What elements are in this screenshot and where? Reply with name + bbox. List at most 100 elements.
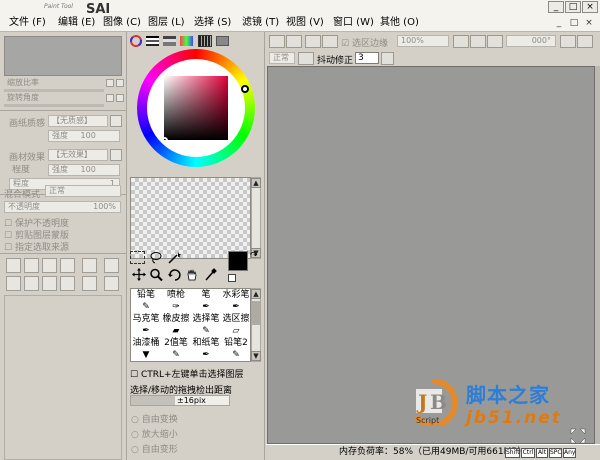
brush-grid-scrollbar[interactable]: ▲ ▼ (251, 288, 261, 362)
angle-value-field[interactable]: 000° (506, 35, 556, 47)
doc-maximize-button[interactable]: □ (567, 17, 581, 29)
deselect-button[interactable] (305, 35, 321, 48)
navigator-preview[interactable] (4, 36, 122, 76)
swap-colors-icon[interactable]: ↷ (250, 251, 258, 261)
swatch-tab[interactable] (180, 36, 193, 46)
menu-select[interactable]: 选择 (S) (194, 16, 231, 30)
zoom-value-field[interactable]: 100% (397, 35, 449, 47)
zoom-in-button[interactable] (453, 35, 469, 48)
zoom-tool[interactable] (147, 268, 164, 282)
auto-expand-radio[interactable]: ○ (131, 415, 139, 425)
merge-layer-button[interactable] (82, 258, 97, 273)
flatten-button[interactable] (104, 276, 119, 291)
rotate-slider[interactable] (4, 104, 104, 107)
minimize-button[interactable]: _ (548, 1, 564, 13)
watercolor-tool[interactable]: 水彩笔 ✒ (221, 289, 251, 314)
blend-mode-select[interactable]: 正常 (45, 185, 121, 197)
menu-layer[interactable]: 图层 (L) (148, 16, 185, 30)
doc-close-button[interactable]: × (582, 17, 596, 29)
auto-shrink-radio[interactable]: ○ (131, 430, 139, 440)
paper-texture-select[interactable]: 【无质感】 (48, 115, 108, 127)
sv-square[interactable] (164, 76, 228, 140)
delete-layer-button[interactable] (60, 258, 75, 273)
doc-minimize-button[interactable]: _ (552, 17, 566, 29)
layer-list[interactable] (4, 295, 122, 460)
rotate-right-button[interactable] (116, 94, 124, 102)
scroll-up-button[interactable]: ▲ (251, 178, 261, 188)
auto-rotate-option[interactable]: ○ 自由变形 (131, 442, 178, 455)
sv-marker[interactable] (161, 137, 168, 144)
swatch-area[interactable] (130, 177, 251, 259)
select-pen-tool[interactable]: 选择笔 ✎ (191, 313, 221, 338)
opacity-field[interactable]: 不透明度 100% (4, 201, 121, 213)
color-wheel[interactable] (137, 49, 255, 167)
invert-selection-button[interactable] (322, 35, 338, 48)
transfer-down-button[interactable] (42, 276, 57, 291)
airbrush-tool[interactable]: 喷枪 ✑ (161, 289, 191, 314)
swatch-scrollbar[interactable]: ▲ ▼ (251, 177, 261, 259)
pencil-tool[interactable]: 铅笔 ✎ (131, 289, 161, 314)
menu-other[interactable]: 其他 (O) (380, 16, 419, 30)
color-wheel-tab[interactable] (130, 35, 143, 47)
zoom-reset-button[interactable] (487, 35, 503, 48)
selection-source-option[interactable]: ☐ 指定选取来源 (4, 240, 69, 253)
zoom-out-button[interactable] (116, 79, 124, 87)
magic-wand-tool[interactable] (165, 251, 182, 265)
new-layer-button[interactable] (6, 258, 21, 273)
maximize-button[interactable]: □ (565, 1, 581, 13)
rotate-tool[interactable] (165, 268, 182, 282)
flip-mode-field[interactable]: 正常 (269, 52, 295, 64)
zoom-out-button[interactable] (470, 35, 486, 48)
redo-button[interactable] (286, 35, 302, 48)
stabilizer-dropdown[interactable] (381, 52, 394, 65)
close-button[interactable]: × (582, 1, 598, 13)
eraser-tool[interactable]: 橡皮擦 ▰ (161, 313, 191, 338)
rect-select-tool[interactable] (130, 251, 145, 264)
copy-layer-button[interactable] (24, 276, 39, 291)
scroll-up-button[interactable]: ▲ (251, 289, 261, 299)
ctrl-select-option[interactable]: ☐ CTRL+左键单击选择图层 (130, 367, 244, 380)
paper-effect-dropdown[interactable] (110, 149, 122, 161)
drag-distance-field[interactable]: ±16pix (130, 395, 230, 406)
stabilizer-select[interactable]: 3 (355, 52, 379, 64)
eyedropper-tool[interactable] (201, 268, 218, 282)
binary-pen-tool[interactable]: 2值笔 ✎ (161, 337, 191, 362)
rotate-ccw-button[interactable] (560, 35, 576, 48)
scroll-thumb[interactable] (252, 301, 260, 325)
marker-tool[interactable]: 马克笔 ✒ (131, 313, 161, 338)
new-folder-button[interactable] (24, 258, 39, 273)
zoom-in-button[interactable] (106, 79, 114, 87)
move-tool[interactable] (130, 268, 147, 282)
paper-texture-dropdown[interactable] (110, 115, 122, 127)
paper-effect-select[interactable]: 【无效果】 (48, 149, 108, 161)
hsv-slider-tab[interactable] (163, 36, 176, 46)
flip-horizontal-button[interactable] (298, 52, 314, 65)
canvas-scrollbar[interactable] (595, 66, 600, 444)
rgb-slider-tab[interactable] (146, 36, 159, 46)
palette-tab[interactable] (198, 35, 212, 47)
selection-stroke-option[interactable]: ☑ 选区边缘 (341, 36, 388, 49)
menu-image[interactable]: 图像 (C) (103, 16, 141, 30)
bucket-tool[interactable]: 油漆桶 ▼ (131, 337, 161, 362)
hue-ring[interactable] (137, 49, 255, 167)
hand-tool[interactable] (183, 268, 200, 282)
primary-color-swatch[interactable] (228, 251, 248, 271)
clear-layer-button[interactable] (104, 258, 119, 273)
auto-expand-option[interactable]: ○ 自由变换 (131, 412, 178, 425)
merge-visible-button[interactable] (82, 276, 97, 291)
paper-strength-field[interactable]: 强度 100 (48, 130, 120, 142)
effect-strength-field[interactable]: 强度 100 (48, 164, 120, 176)
rotate-left-button[interactable] (106, 94, 114, 102)
washi-pen-tool[interactable]: 和纸笔 ✒ (191, 337, 221, 362)
merge-down-button[interactable] (60, 276, 75, 291)
auto-shrink-option[interactable]: ○ 放大缩小 (131, 427, 178, 440)
layer-mask-button[interactable] (6, 276, 21, 291)
fit-view-icon[interactable] (570, 428, 586, 444)
scroll-down-button[interactable]: ▼ (251, 351, 261, 361)
selection-source-checkbox[interactable]: ☐ (4, 243, 12, 253)
scratchpad-tab[interactable] (216, 36, 229, 46)
menu-view[interactable]: 视图 (V) (286, 16, 324, 30)
pencil2-tool[interactable]: 铅笔2 ✎ (221, 337, 251, 362)
brush-tool[interactable]: 笔 ✒ (191, 289, 221, 314)
menu-window[interactable]: 窗口 (W) (333, 16, 374, 30)
